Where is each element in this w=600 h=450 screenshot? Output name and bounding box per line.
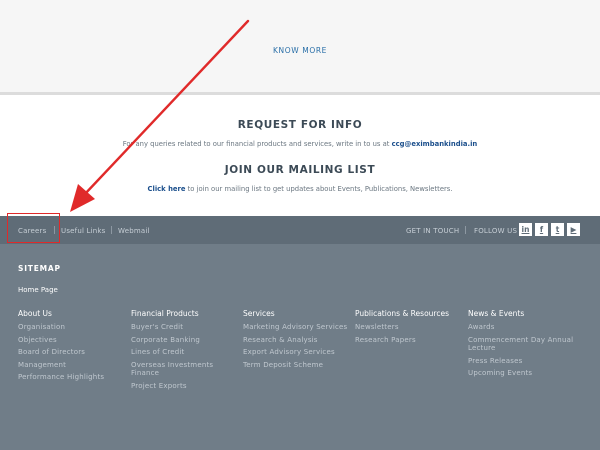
sitemap-link[interactable]: Lines of Credit xyxy=(131,348,239,357)
sitemap-link[interactable]: Newsletters xyxy=(355,323,463,332)
sitemap-column-news-events: News & Events Awards Commencement Day An… xyxy=(468,309,576,382)
useful-links-link[interactable]: Useful Links xyxy=(61,227,106,235)
sitemap-link[interactable]: Research Papers xyxy=(355,336,463,345)
top-section: KNOW MORE xyxy=(0,0,600,95)
mailing-list-description: to join our mailing list to get updates … xyxy=(185,185,453,193)
sitemap-link[interactable]: Project Exports xyxy=(131,382,239,391)
separator xyxy=(111,226,112,234)
mailing-list-text: Click here to join our mailing list to g… xyxy=(0,185,600,193)
sitemap-link[interactable]: Awards xyxy=(468,323,576,332)
sitemap-link[interactable]: Corporate Banking xyxy=(131,336,239,345)
footer-bar: Careers Useful Links Webmail GET IN TOUC… xyxy=(0,216,600,244)
contact-email-link[interactable]: ccg@eximbankindia.in xyxy=(392,140,478,148)
sitemap-link[interactable]: Board of Directors xyxy=(18,348,126,357)
know-more-link[interactable]: KNOW MORE xyxy=(0,46,600,55)
sitemap-column-services: Services Marketing Advisory Services Res… xyxy=(243,309,351,373)
request-info-text: For any queries related to our financial… xyxy=(0,140,600,148)
column-heading[interactable]: Financial Products xyxy=(131,309,239,318)
column-heading[interactable]: Publications & Resources xyxy=(355,309,463,318)
home-page-link[interactable]: Home Page xyxy=(18,286,58,294)
sitemap-footer: SITEMAP Home Page About Us Organisation … xyxy=(0,244,600,450)
sitemap-link[interactable]: Objectives xyxy=(18,336,126,345)
separator xyxy=(465,226,466,234)
sitemap-title: SITEMAP xyxy=(18,264,61,273)
request-info-title: REQUEST FOR INFO xyxy=(237,119,363,131)
sitemap-link[interactable]: Organisation xyxy=(18,323,126,332)
column-heading[interactable]: News & Events xyxy=(468,309,576,318)
request-info-description: For any queries related to our financial… xyxy=(122,140,392,148)
sitemap-link[interactable]: Buyer's Credit xyxy=(131,323,239,332)
follow-us-label: FOLLOW US xyxy=(474,227,518,235)
youtube-icon[interactable]: ▶ xyxy=(567,223,580,236)
sitemap-link[interactable]: Research & Analysis xyxy=(243,336,351,345)
facebook-icon[interactable]: f xyxy=(535,223,548,236)
column-heading[interactable]: About Us xyxy=(18,309,126,318)
sitemap-link[interactable]: Term Deposit Scheme xyxy=(243,361,351,370)
annotation-highlight-box xyxy=(7,213,60,243)
sitemap-column-about-us: About Us Organisation Objectives Board o… xyxy=(18,309,126,386)
twitter-icon[interactable]: t xyxy=(551,223,564,236)
sitemap-link[interactable]: Export Advisory Services xyxy=(243,348,351,357)
sitemap-column-financial-products: Financial Products Buyer's Credit Corpor… xyxy=(131,309,239,394)
sitemap-link[interactable]: Marketing Advisory Services xyxy=(243,323,351,332)
linkedin-icon[interactable]: in xyxy=(519,223,532,236)
sitemap-column-publications: Publications & Resources Newsletters Res… xyxy=(355,309,463,348)
sitemap-link[interactable]: Press Releases xyxy=(468,357,576,366)
click-here-link[interactable]: Click here xyxy=(148,185,186,193)
sitemap-link[interactable]: Management xyxy=(18,361,126,370)
sitemap-link[interactable]: Overseas Investments Finance xyxy=(131,361,239,378)
column-heading[interactable]: Services xyxy=(243,309,351,318)
mailing-list-title: JOIN OUR MAILING LIST xyxy=(224,164,376,176)
sitemap-link[interactable]: Commencement Day Annual Lecture xyxy=(468,336,576,353)
get-in-touch-link[interactable]: GET IN TOUCH xyxy=(406,227,459,235)
sitemap-link[interactable]: Performance Highlights xyxy=(18,373,126,382)
webmail-link[interactable]: Webmail xyxy=(118,227,150,235)
sitemap-link[interactable]: Upcoming Events xyxy=(468,369,576,378)
